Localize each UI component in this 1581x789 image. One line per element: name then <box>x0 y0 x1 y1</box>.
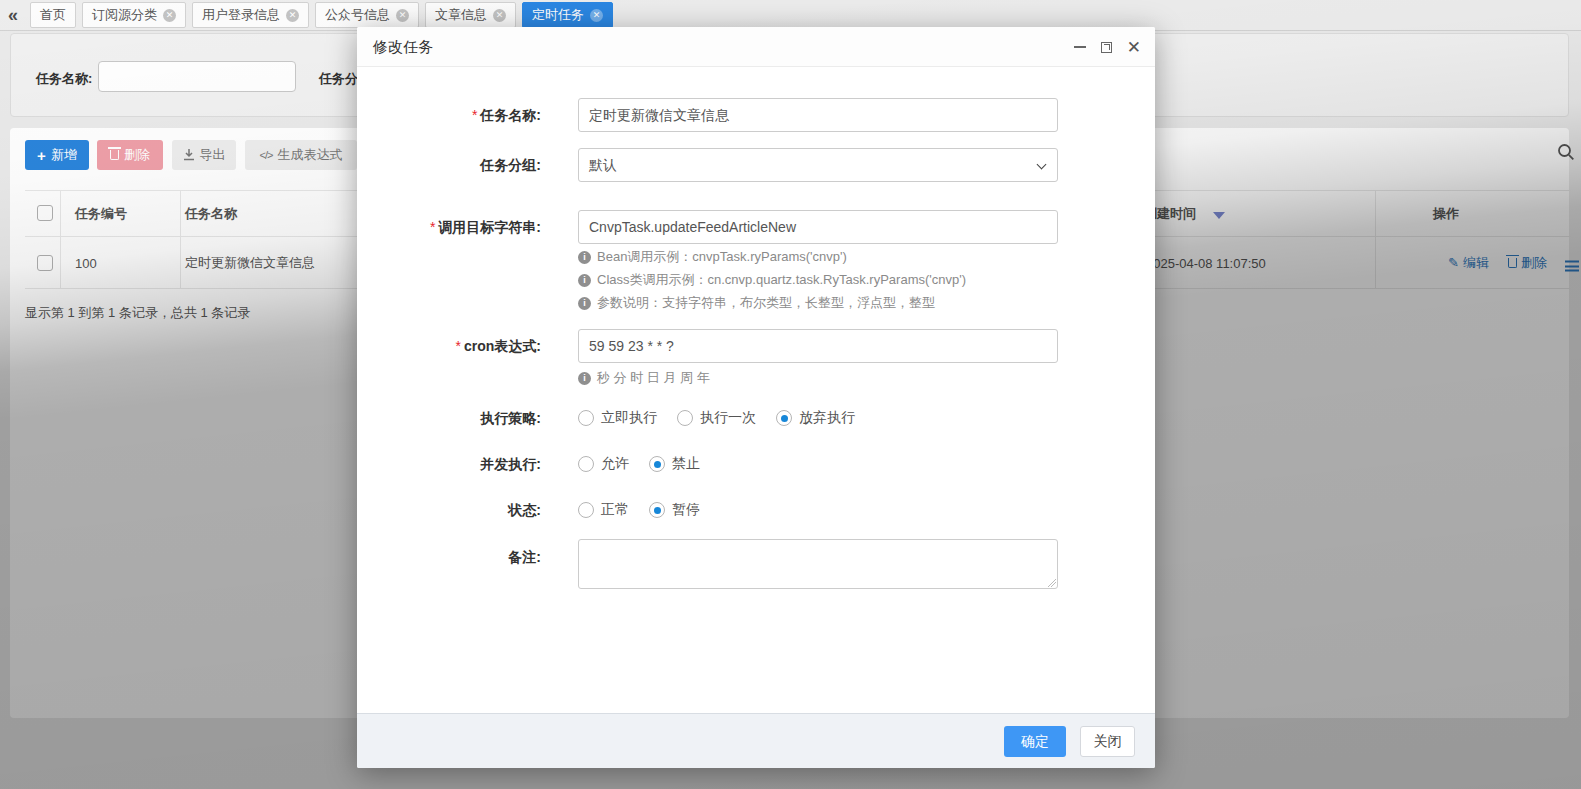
info-icon: i <box>578 297 591 310</box>
cron-label: *cron表达式: <box>357 336 541 356</box>
tab-official-account-info[interactable]: 公众号信息✕ <box>315 2 419 28</box>
radio-checked-icon <box>649 456 665 472</box>
misfire-policy-label: 执行策略: <box>357 408 541 428</box>
edit-task-dialog: 修改任务 ✕ *任务名称: 定时更新微信文章信息 任务分组: 默认 *调用目标字… <box>357 27 1155 768</box>
delete-link[interactable]: 删除 <box>1508 254 1547 272</box>
trash-icon <box>1508 258 1517 268</box>
close-tab-icon[interactable]: ✕ <box>493 9 506 22</box>
radio-checked-icon <box>649 502 665 518</box>
search-icon[interactable] <box>1556 142 1576 162</box>
radio-checked-icon <box>776 410 792 426</box>
download-icon <box>183 149 195 161</box>
close-tab-icon[interactable]: ✕ <box>590 9 603 22</box>
dialog-body: *任务名称: 定时更新微信文章信息 任务分组: 默认 *调用目标字符串: Cnv… <box>357 67 1155 713</box>
tab-feed-category[interactable]: 订阅源分类✕ <box>82 2 186 28</box>
info-icon: i <box>578 274 591 287</box>
dialog-title: 修改任务 <box>373 27 433 67</box>
job-group-select[interactable]: 默认 <box>578 148 1058 182</box>
invoke-target-label: *调用目标字符串: <box>357 217 541 237</box>
collapse-tabs-icon[interactable]: « <box>8 2 18 28</box>
more-actions-icon[interactable] <box>1565 260 1579 271</box>
record-summary: 显示第 1 到第 1 条记录，总共 1 条记录 <box>25 304 250 322</box>
status-group: 正常 暂停 <box>578 500 700 520</box>
col-header-job-id[interactable]: 任务编号 <box>75 205 127 223</box>
col-header-actions: 操作 <box>1416 205 1476 223</box>
info-icon: i <box>578 372 591 385</box>
misfire-policy-group: 立即执行 执行一次 放弃执行 <box>578 408 855 428</box>
concurrent-group: 允许 禁止 <box>578 454 700 474</box>
trash-icon <box>110 150 119 160</box>
close-button[interactable]: 关闭 <box>1080 726 1135 757</box>
export-button[interactable]: 导出 <box>172 140 236 170</box>
radio-option[interactable]: 执行一次 <box>677 409 756 427</box>
radio-option[interactable]: 立即执行 <box>578 409 657 427</box>
tab-home[interactable]: 首页 <box>30 2 76 28</box>
concurrent-label: 并发执行: <box>357 454 541 474</box>
radio-option[interactable]: 禁止 <box>649 455 700 473</box>
pencil-icon: ✎ <box>1448 255 1459 270</box>
cron-hint: i秒 分 时 日 月 周 年 <box>578 370 710 386</box>
dialog-header: 修改任务 ✕ <box>357 27 1155 67</box>
maximize-icon[interactable] <box>1101 42 1112 53</box>
minimize-icon[interactable] <box>1074 46 1086 48</box>
cell-job-id: 100 <box>75 255 97 270</box>
chevron-down-icon <box>1037 160 1047 170</box>
add-button[interactable]: +新增 <box>25 140 89 170</box>
cell-job-name: 定时更新微信文章信息 <box>185 254 315 272</box>
dialog-footer: 确定 关闭 <box>357 713 1155 768</box>
radio-icon <box>578 456 594 472</box>
sort-desc-icon[interactable] <box>1213 212 1225 219</box>
close-tab-icon[interactable]: ✕ <box>286 9 299 22</box>
col-header-job-name[interactable]: 任务名称 <box>185 205 237 223</box>
radio-option[interactable]: 暂停 <box>649 501 700 519</box>
cron-input[interactable]: 59 59 23 * * ? <box>578 329 1058 363</box>
info-icon: i <box>578 251 591 264</box>
code-icon: </> <box>260 149 273 161</box>
cell-create-time: 2025-04-08 11:07:50 <box>1146 255 1266 270</box>
page: « 首页 订阅源分类✕ 用户登录信息✕ 公众号信息✕ 文章信息✕ 定时任务✕ 任… <box>0 0 1581 789</box>
job-name-label: *任务名称: <box>357 105 541 125</box>
row-checkbox[interactable] <box>37 255 53 271</box>
bean-hint: iBean调用示例：cnvpTask.ryParams('cnvp') <box>578 249 847 265</box>
tab-scheduled-task[interactable]: 定时任务✕ <box>522 2 613 28</box>
select-all-checkbox[interactable] <box>37 205 53 221</box>
close-tab-icon[interactable]: ✕ <box>396 9 409 22</box>
tab-article-info[interactable]: 文章信息✕ <box>425 2 516 28</box>
remark-label: 备注: <box>357 547 541 567</box>
job-group-label: 任务分组: <box>357 155 541 175</box>
invoke-target-input[interactable]: CnvpTask.updateFeedArticleNew <box>578 210 1058 244</box>
params-hint: i参数说明：支持字符串，布尔类型，长整型，浮点型，整型 <box>578 295 935 311</box>
edit-link[interactable]: ✎编辑 <box>1448 254 1489 272</box>
radio-icon <box>578 410 594 426</box>
job-name-input[interactable]: 定时更新微信文章信息 <box>578 98 1058 132</box>
radio-icon <box>578 502 594 518</box>
task-name-label: 任务名称: <box>36 70 92 88</box>
radio-option[interactable]: 正常 <box>578 501 629 519</box>
class-hint: iClass类调用示例：cn.cnvp.quartz.task.RyTask.r… <box>578 272 966 288</box>
status-label: 状态: <box>357 500 541 520</box>
plus-icon: + <box>37 148 46 163</box>
close-icon[interactable]: ✕ <box>1127 39 1141 56</box>
radio-option[interactable]: 放弃执行 <box>776 409 855 427</box>
generate-expression-button[interactable]: </>生成表达式 <box>245 140 357 170</box>
task-name-input[interactable] <box>98 61 296 92</box>
radio-option[interactable]: 允许 <box>578 455 629 473</box>
radio-icon <box>677 410 693 426</box>
tab-user-login-info[interactable]: 用户登录信息✕ <box>192 2 309 28</box>
remark-textarea[interactable] <box>578 539 1058 589</box>
close-tab-icon[interactable]: ✕ <box>163 9 176 22</box>
delete-button[interactable]: 删除 <box>97 140 163 170</box>
confirm-button[interactable]: 确定 <box>1004 726 1066 757</box>
